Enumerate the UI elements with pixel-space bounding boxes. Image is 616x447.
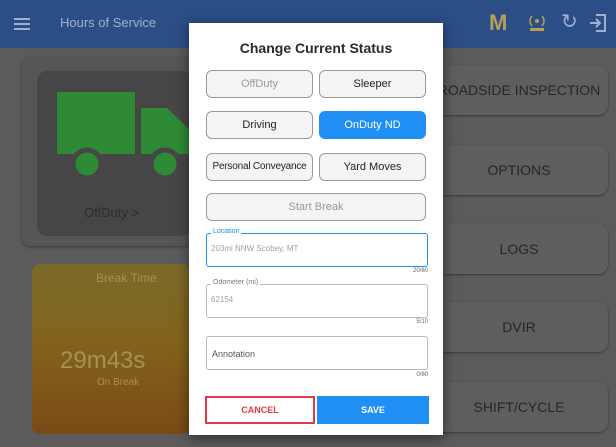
driving-button[interactable]: Driving [206, 111, 313, 139]
odometer-field[interactable]: Odometer (mi) 62154 5/10 [206, 279, 428, 325]
roadside-inspection-button[interactable]: ROADSIDE INSPECTION [430, 65, 608, 115]
annotation-field[interactable]: Annotation 0/60 [206, 336, 428, 378]
m-badge-icon[interactable]: M [489, 10, 507, 36]
hamburger-menu-icon[interactable] [14, 15, 30, 33]
eld-connection-icon[interactable] [526, 12, 548, 34]
personal-conveyance-button[interactable]: Personal Conveyance [206, 153, 313, 181]
offduty-button[interactable]: OffDuty [206, 70, 313, 98]
yard-moves-button[interactable]: Yard Moves [319, 153, 426, 181]
location-label: Location [211, 228, 242, 235]
menu-label: OPTIONS [487, 162, 551, 178]
location-input[interactable]: Location 203mi NNW Scobey, MT [206, 228, 428, 267]
onduty-nd-button[interactable]: OnDuty ND [319, 111, 426, 139]
odometer-value: 62154 [211, 295, 234, 304]
odometer-label: Odometer (mi) [211, 279, 261, 286]
menu-label: ROADSIDE INSPECTION [437, 82, 601, 98]
menu-label: DVIR [502, 319, 536, 335]
shift-cycle-button[interactable]: SHIFT/CYCLE [430, 382, 608, 432]
truck-icon [57, 92, 192, 181]
annotation-input[interactable]: Annotation [206, 336, 428, 370]
start-break-button[interactable]: Start Break [206, 193, 426, 221]
app-title: Hours of Service [60, 15, 157, 30]
logs-button[interactable]: LOGS [430, 224, 608, 274]
annotation-placeholder: Annotation [212, 349, 256, 359]
location-value: 203mi NNW Scobey, MT [211, 244, 299, 253]
dvir-button[interactable]: DVIR [430, 302, 608, 352]
cancel-button[interactable]: CANCEL [205, 396, 315, 424]
location-field[interactable]: Location 203mi NNW Scobey, MT 20/60 [206, 228, 428, 274]
options-button[interactable]: OPTIONS [430, 145, 608, 195]
dialog-title: Change Current Status [239, 40, 393, 56]
location-counter: 20/60 [412, 268, 428, 274]
annotation-counter: 0/60 [416, 372, 428, 378]
current-status-label[interactable]: OffDuty > [84, 205, 139, 220]
sleeper-button[interactable]: Sleeper [319, 70, 426, 98]
break-time-value: 29m43s [60, 347, 146, 374]
save-button[interactable]: SAVE [317, 396, 429, 424]
odometer-input[interactable]: Odometer (mi) 62154 [206, 279, 428, 318]
refresh-icon[interactable]: ↻ [561, 9, 578, 34]
odometer-counter: 5/10 [416, 319, 428, 325]
break-status-text: On Break [97, 377, 140, 388]
menu-label: SHIFT/CYCLE [473, 399, 565, 415]
break-time-title: Break Time [96, 271, 157, 285]
menu-label: LOGS [499, 241, 539, 257]
logout-icon[interactable] [588, 12, 608, 34]
